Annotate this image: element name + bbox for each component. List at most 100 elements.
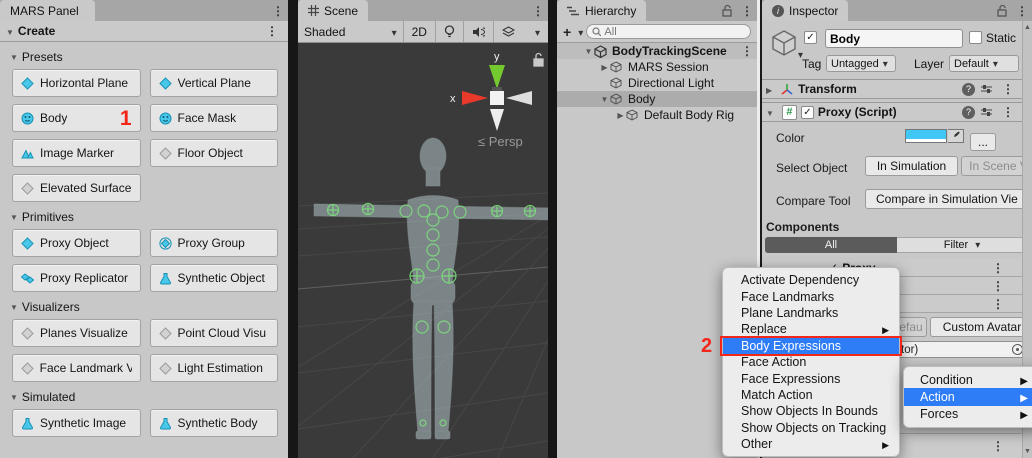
2d-toggle[interactable]: 2D bbox=[404, 21, 436, 42]
tab-mars-panel[interactable]: MARS Panel bbox=[0, 0, 95, 21]
effects-dropdown[interactable] bbox=[523, 21, 548, 42]
scene-menu-icon[interactable] bbox=[528, 0, 548, 21]
presets-icon[interactable] bbox=[980, 106, 993, 118]
horizontal-plane-button[interactable]: Horizontal Plane bbox=[12, 69, 141, 97]
layer-dropdown[interactable]: Default bbox=[949, 55, 1019, 72]
tab-hierarchy[interactable]: Hierarchy bbox=[557, 0, 646, 21]
vertical-plane-button[interactable]: Vertical Plane bbox=[150, 69, 279, 97]
transform-header[interactable]: Transform bbox=[762, 79, 1022, 99]
point-cloud-visualizer-button[interactable]: Point Cloud Visu bbox=[150, 319, 279, 347]
hierarchy-menu-icon[interactable] bbox=[737, 5, 757, 17]
proxy-group-button[interactable]: Proxy Group bbox=[150, 229, 279, 257]
face-landmark-visualizer-button[interactable]: Face Landmark V bbox=[12, 354, 141, 382]
section-presets[interactable]: Presets bbox=[10, 50, 288, 64]
hierarchy-row-scene[interactable]: ▼ BodyTrackingScene bbox=[557, 43, 757, 59]
add-object-button[interactable]: + bbox=[563, 24, 571, 40]
in-simulation-button[interactable]: In Simulation bbox=[865, 156, 958, 176]
perspective-label[interactable]: Persp bbox=[478, 134, 523, 149]
static-checkbox[interactable] bbox=[969, 31, 982, 44]
create-menu-icon[interactable] bbox=[262, 25, 282, 37]
hierarchy-row-body[interactable]: ▼ Body bbox=[557, 91, 757, 107]
mars-menu-icon[interactable] bbox=[268, 0, 288, 21]
presets-icon[interactable] bbox=[980, 83, 993, 95]
orientation-gizmo[interactable]: y x bbox=[450, 51, 532, 131]
audio-toggle[interactable] bbox=[464, 21, 494, 42]
unlock-icon[interactable] bbox=[996, 4, 1008, 17]
proxy-replicator-button[interactable]: Proxy Replicator bbox=[12, 264, 141, 292]
submenu-item-condition[interactable]: Condition bbox=[904, 371, 1032, 388]
proxy-script-header[interactable]: Proxy (Script) bbox=[762, 102, 1022, 122]
hierarchy-search[interactable] bbox=[586, 24, 751, 39]
floor-object-button[interactable]: Floor Object bbox=[150, 139, 279, 167]
menu-item-replace[interactable]: Replace bbox=[723, 321, 899, 337]
proxy-object-button[interactable]: Proxy Object bbox=[12, 229, 141, 257]
eyedropper-button[interactable] bbox=[948, 129, 964, 143]
chevron-down-icon[interactable] bbox=[574, 25, 583, 39]
menu-item-show-objects-in-bounds[interactable]: Show Objects In Bounds bbox=[723, 403, 899, 419]
axis-y-label[interactable]: y bbox=[494, 51, 500, 63]
row-menu-icon[interactable] bbox=[988, 280, 1008, 292]
scroll-down-icon[interactable] bbox=[1023, 448, 1032, 455]
tab-scene[interactable]: Scene bbox=[298, 0, 368, 21]
draw-mode-dropdown[interactable]: Shaded bbox=[298, 21, 404, 42]
menu-item-face-action[interactable]: Face Action bbox=[723, 354, 899, 370]
chevron-down-icon[interactable] bbox=[766, 105, 778, 119]
scene-viewport[interactable]: y x Persp bbox=[298, 43, 548, 458]
hierarchy-row[interactable]: Directional Light bbox=[557, 75, 757, 91]
component-enabled-checkbox[interactable] bbox=[801, 106, 814, 119]
submenu-item-action[interactable]: Action bbox=[904, 388, 1032, 405]
synthetic-image-button[interactable]: Synthetic Image bbox=[12, 409, 141, 437]
tag-dropdown[interactable]: Untagged bbox=[826, 55, 896, 72]
search-input[interactable] bbox=[604, 26, 745, 38]
inspector-menu-icon[interactable] bbox=[1012, 5, 1032, 17]
section-visualizers[interactable]: Visualizers bbox=[10, 300, 288, 314]
chevron-down-icon[interactable]: ▼ bbox=[599, 95, 610, 104]
active-checkbox[interactable] bbox=[804, 31, 817, 44]
light-estimation-visualizer-button[interactable]: Light Estimation bbox=[150, 354, 279, 382]
face-mask-button[interactable]: Face Mask bbox=[150, 104, 279, 132]
menu-item-face-landmarks[interactable]: Face Landmarks bbox=[723, 288, 899, 304]
unlock-icon[interactable] bbox=[721, 4, 733, 17]
tab-inspector[interactable]: i Inspector bbox=[762, 0, 848, 21]
compare-button[interactable]: Compare in Simulation Vie bbox=[865, 189, 1032, 209]
color-swatch[interactable] bbox=[905, 129, 947, 143]
menu-item-plane-landmarks[interactable]: Plane Landmarks bbox=[723, 305, 899, 321]
chevron-right-icon[interactable]: ▶ bbox=[599, 63, 610, 72]
section-primitives[interactable]: Primitives bbox=[10, 210, 288, 224]
custom-avatar-button[interactable]: Custom Avatar bbox=[930, 317, 1032, 337]
menu-item-show-objects-on-tracking[interactable]: Show Objects on Tracking bbox=[723, 420, 899, 436]
synthetic-body-button[interactable]: Synthetic Body bbox=[150, 409, 279, 437]
scene-row-menu-icon[interactable] bbox=[737, 45, 757, 57]
planes-visualizer-button[interactable]: Planes Visualize bbox=[12, 319, 141, 347]
menu-item-activate-dependency[interactable]: Activate Dependency bbox=[723, 272, 899, 288]
effects-toggle[interactable] bbox=[494, 21, 523, 42]
image-marker-button[interactable]: Image Marker bbox=[12, 139, 141, 167]
synthetic-object-button[interactable]: Synthetic Object bbox=[150, 264, 279, 292]
help-icon[interactable] bbox=[962, 83, 975, 96]
lighting-toggle[interactable] bbox=[436, 21, 464, 42]
gameobject-name-field[interactable] bbox=[825, 29, 963, 48]
components-tab-filter[interactable]: Filter bbox=[897, 237, 1028, 253]
chevron-right-icon[interactable] bbox=[766, 82, 776, 96]
components-tab-all[interactable]: All bbox=[765, 237, 897, 253]
menu-item-face-expressions[interactable]: Face Expressions bbox=[723, 370, 899, 386]
row-menu-icon[interactable] bbox=[988, 298, 1008, 310]
lock-icon[interactable] bbox=[534, 54, 543, 67]
color-options-button[interactable]: ... bbox=[970, 133, 996, 151]
scroll-up-icon[interactable] bbox=[1023, 24, 1032, 31]
submenu-item-forces[interactable]: Forces bbox=[904, 406, 1032, 423]
row-menu-icon[interactable] bbox=[988, 440, 1008, 452]
menu-item-other[interactable]: Other bbox=[723, 436, 899, 452]
menu-item-match-action[interactable]: Match Action bbox=[723, 387, 899, 403]
hierarchy-row[interactable]: ▶ Default Body Rig bbox=[557, 107, 757, 123]
hierarchy-row[interactable]: ▶ MARS Session bbox=[557, 59, 757, 75]
chevron-down-icon[interactable]: ▼ bbox=[583, 47, 594, 56]
create-header[interactable]: Create bbox=[0, 21, 288, 42]
proxy-menu-icon[interactable] bbox=[998, 106, 1018, 118]
chevron-right-icon[interactable]: ▶ bbox=[615, 111, 626, 120]
row-menu-icon[interactable] bbox=[988, 262, 1008, 274]
elevated-surface-button[interactable]: Elevated Surface bbox=[12, 174, 141, 202]
help-icon[interactable] bbox=[962, 106, 975, 119]
menu-item-body-expressions[interactable]: Body Expressions 2 bbox=[723, 338, 899, 354]
axis-x-label[interactable]: x bbox=[450, 93, 456, 105]
